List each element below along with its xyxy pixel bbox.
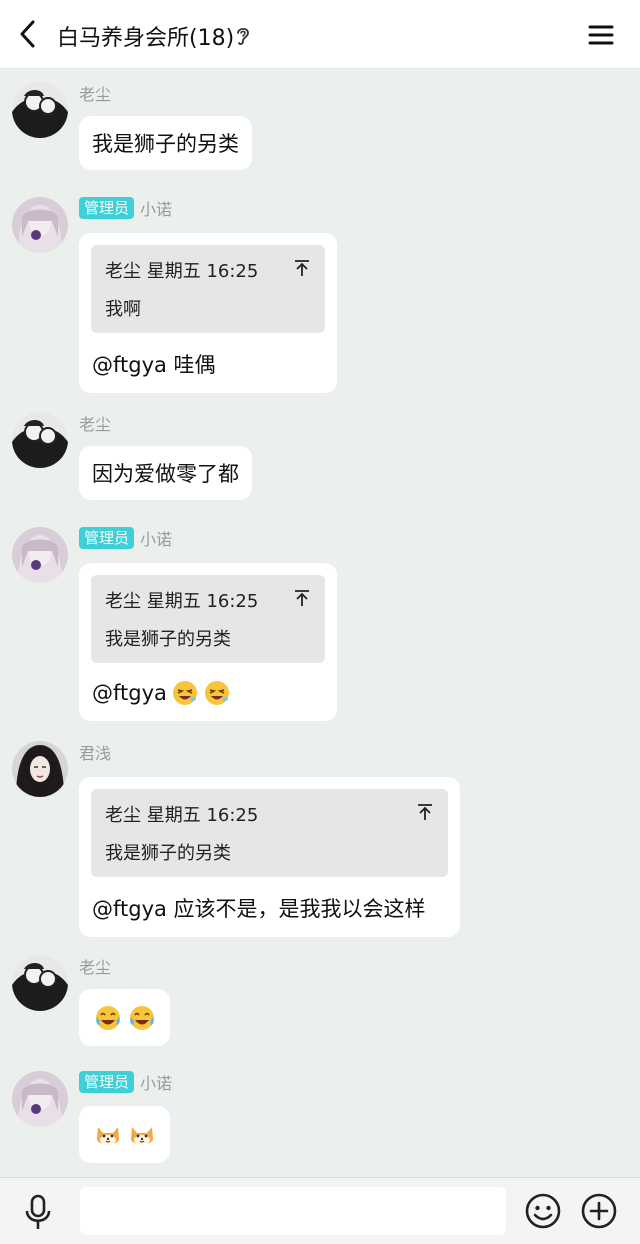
message-bubble[interactable]: 因为爱做零了都 [79, 446, 252, 500]
shiba-dog-emoji [96, 1126, 119, 1145]
sender-name[interactable]: 老尘 [79, 81, 111, 105]
sender-name[interactable]: 小诺 [140, 196, 172, 220]
laughing-wink-emoji [204, 681, 229, 705]
quoted-message[interactable]: 老尘 星期五 16:25 我是狮子的另类 [91, 789, 448, 877]
admin-badge: 管理员 [79, 1071, 135, 1093]
quote-header: 老尘 星期五 16:25 [105, 591, 259, 612]
microphone-icon[interactable] [20, 1192, 56, 1232]
avatar[interactable] [12, 82, 68, 138]
avatar[interactable] [12, 197, 68, 253]
quote-header: 老尘 星期五 16:25 [105, 261, 259, 282]
laughing-wink-emoji [172, 681, 197, 705]
jump-to-quote-icon[interactable] [416, 803, 434, 821]
back-button[interactable] [10, 14, 46, 54]
menu-icon[interactable] [584, 18, 618, 52]
sender-name[interactable]: 君浅 [79, 740, 111, 764]
quote-text: 我是狮子的另类 [105, 843, 231, 864]
jump-to-quote-icon[interactable] [293, 259, 311, 277]
tears-of-joy-emoji [129, 1005, 154, 1030]
quoted-message[interactable]: 老尘 星期五 16:25 我是狮子的另类 [91, 575, 325, 663]
reply-text: @ftgya [92, 681, 167, 705]
reply-text: @ftgya 应该不是，是我我以会这样 [92, 897, 426, 921]
avatar[interactable] [12, 412, 68, 468]
top-bar: 白马养身会所(18) [0, 0, 640, 69]
chat-title: 白马养身会所(18) [57, 26, 235, 51]
admin-badge: 管理员 [79, 527, 135, 549]
message-bubble[interactable]: 老尘 星期五 16:25 我啊 @ftgya 哇偶 [79, 233, 337, 393]
message-bubble[interactable] [79, 989, 170, 1046]
avatar[interactable] [12, 741, 68, 797]
quoted-message[interactable]: 老尘 星期五 16:25 我啊 [91, 245, 325, 333]
tears-of-joy-emoji [95, 1005, 120, 1030]
chat-message-list[interactable]: 老尘 我是狮子的另类 管理员 小诺 老尘 星期五 16:25 我啊 @ftgya… [0, 70, 640, 1176]
jump-to-quote-icon[interactable] [293, 589, 311, 607]
message-text: 我是狮子的另类 [92, 132, 239, 156]
ear-icon[interactable] [234, 24, 252, 48]
sender-name[interactable]: 小诺 [140, 1070, 172, 1094]
admin-badge: 管理员 [79, 197, 135, 219]
plus-icon[interactable] [580, 1192, 618, 1230]
quote-text: 我啊 [105, 299, 141, 320]
message-bubble[interactable] [79, 1106, 170, 1163]
sender-name[interactable]: 老尘 [79, 411, 111, 435]
quote-header: 老尘 星期五 16:25 [105, 805, 259, 826]
message-bubble[interactable]: 我是狮子的另类 [79, 116, 252, 170]
avatar[interactable] [12, 1071, 68, 1127]
message-bubble[interactable]: 老尘 星期五 16:25 我是狮子的另类 @ftgya [79, 563, 337, 721]
smiley-icon[interactable] [524, 1192, 562, 1230]
reply-text: @ftgya 哇偶 [92, 353, 216, 377]
chevron-left-icon [20, 20, 35, 48]
input-bar [0, 1177, 640, 1244]
sender-name[interactable]: 小诺 [140, 526, 172, 550]
message-text: 因为爱做零了都 [92, 462, 239, 486]
sender-name[interactable]: 老尘 [79, 954, 111, 978]
avatar[interactable] [12, 527, 68, 583]
message-input[interactable] [80, 1187, 506, 1235]
shiba-dog-emoji [130, 1126, 153, 1145]
quote-text: 我是狮子的另类 [105, 629, 231, 650]
reply-line: @ftgya [79, 663, 337, 721]
avatar[interactable] [12, 955, 68, 1011]
message-bubble[interactable]: 老尘 星期五 16:25 我是狮子的另类 @ftgya 应该不是，是我我以会这样 [79, 777, 460, 937]
